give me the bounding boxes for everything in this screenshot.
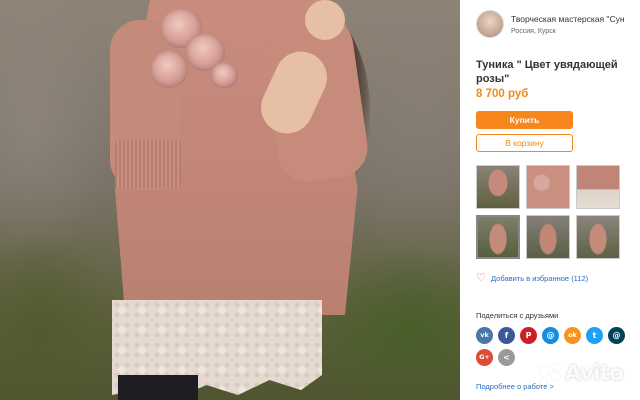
dark-trousers <box>118 375 198 400</box>
favorites-label[interactable]: Добавить в избранное (112) <box>491 274 588 283</box>
buy-button[interactable]: Купить <box>476 111 573 129</box>
seller-location: Россия, Курск <box>511 28 556 35</box>
google-plus-share-icon[interactable]: G+ <box>476 349 493 366</box>
vk-share-icon[interactable]: vk <box>476 327 493 344</box>
product-title: Туника " Цвет увядающей розы" <box>476 59 618 85</box>
share-title: Поделиться с друзьями <box>476 311 559 320</box>
product-price: 8 700 руб <box>476 88 529 100</box>
moy-mir-share-icon[interactable]: @ <box>542 327 559 344</box>
twitter-share-icon[interactable]: t <box>586 327 603 344</box>
fabric-flower <box>210 62 238 88</box>
product-info-panel: Творческая мастерская "Сун Россия, Курск… <box>460 0 640 400</box>
heart-outline-icon: ♡ <box>476 272 486 284</box>
thumbnail[interactable] <box>526 165 570 209</box>
share-share-icon[interactable]: < <box>498 349 515 366</box>
add-to-favorites[interactable]: ♡ Добавить в избранное (112) <box>476 272 636 286</box>
seller-avatar[interactable] <box>476 10 504 38</box>
thumbnail[interactable] <box>476 165 520 209</box>
avito-watermark: Avito <box>537 361 637 389</box>
pinterest-share-icon[interactable]: P <box>520 327 537 344</box>
thumbnail-selected[interactable] <box>476 215 520 259</box>
avito-logo-text: Avito <box>565 361 624 385</box>
avito-logo-icon <box>537 363 563 387</box>
thumbnail[interactable] <box>576 215 620 259</box>
thumbnail[interactable] <box>526 215 570 259</box>
facebook-share-icon[interactable]: f <box>498 327 515 344</box>
tunic-cuff <box>115 140 181 188</box>
fabric-flower <box>150 50 188 88</box>
product-photo[interactable] <box>0 0 460 400</box>
seller-name[interactable]: Творческая мастерская "Сун <box>511 14 640 24</box>
model-hand-upper <box>305 0 345 40</box>
add-to-cart-button[interactable]: В корзину <box>476 134 573 152</box>
livejournal-share-icon[interactable]: @ <box>608 327 625 344</box>
thumbnail[interactable] <box>576 165 620 209</box>
odnoklassniki-share-icon[interactable]: ok <box>564 327 581 344</box>
seller-block[interactable]: Творческая мастерская "Сун Россия, Курск <box>476 10 640 42</box>
thumbnail-gallery <box>476 165 626 259</box>
